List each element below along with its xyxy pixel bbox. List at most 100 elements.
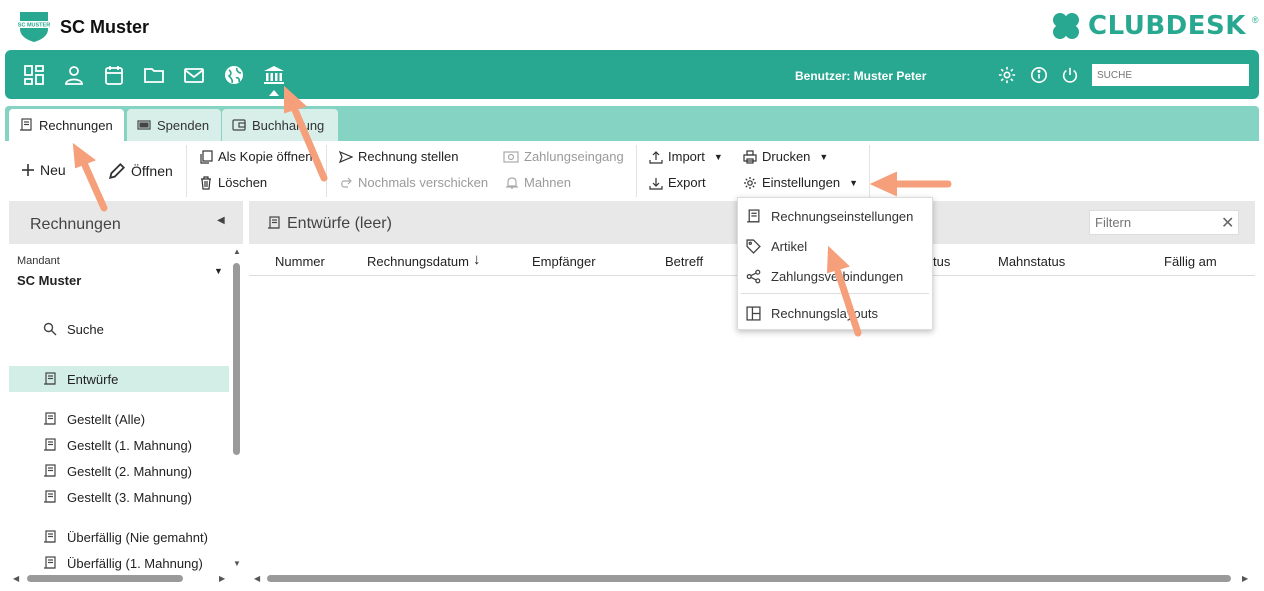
cash-icon — [503, 150, 519, 163]
clover-icon — [1053, 13, 1079, 39]
menu-item-artikel[interactable]: Artikel — [738, 232, 932, 260]
sidebar-item-suche[interactable]: Suche — [9, 316, 229, 342]
mail-icon[interactable] — [183, 64, 205, 86]
sidebar-header: Rechnungen ◀ — [9, 201, 243, 244]
chevron-down-icon: ▼ — [713, 151, 723, 162]
column-header[interactable]: Nummer — [275, 254, 325, 269]
tag-icon — [746, 238, 761, 254]
print-button[interactable]: Drucken ▼ — [743, 149, 828, 164]
power-icon[interactable] — [1060, 65, 1080, 85]
info-icon[interactable] — [1029, 65, 1049, 85]
tab-buchhaltung[interactable]: Buchhaltung — [222, 109, 338, 141]
sidebar-title: Rechnungen — [30, 216, 121, 233]
collapse-left-icon[interactable]: ◀ — [217, 215, 225, 226]
sidebar-item-ueberfaellig-nie[interactable]: Überfällig (Nie gemahnt) — [9, 524, 229, 550]
sidebar-item-label: Überfällig (1. Mahnung) — [67, 555, 203, 571]
sidebar-item-gestellt-alle[interactable]: Gestellt (Alle) — [9, 406, 229, 432]
sidebar-item-gestellt-2[interactable]: Gestellt (2. Mahnung) — [9, 458, 229, 484]
sidebar-item-label: Gestellt (Alle) — [67, 411, 146, 427]
annotation-arrowhead — [869, 171, 897, 197]
list-hscrollbar[interactable]: ◀ ▶ — [249, 573, 1255, 585]
upload-icon — [649, 150, 663, 164]
tab-rechnungen[interactable]: Rechnungen — [9, 109, 124, 141]
scrollbar-thumb[interactable] — [233, 263, 240, 455]
scrollbar-thumb[interactable] — [27, 575, 183, 582]
chevron-down-icon[interactable]: ▼ — [214, 266, 223, 276]
scrollbar-thumb[interactable] — [267, 575, 1231, 582]
tab-label: Buchhaltung — [252, 117, 325, 133]
scroll-left-icon[interactable]: ◀ — [254, 574, 260, 583]
dun-button[interactable]: Mahnen — [505, 175, 571, 190]
resend-label: Nochmals verschicken — [358, 175, 489, 190]
global-search-input[interactable] — [1092, 64, 1249, 86]
issue-invoice-button[interactable]: Rechnung stellen — [339, 149, 458, 164]
sidebar-item-gestellt-1[interactable]: Gestellt (1. Mahnung) — [9, 432, 229, 458]
scroll-up-icon[interactable]: ▲ — [233, 247, 241, 256]
person-icon[interactable] — [63, 64, 85, 86]
donation-icon — [137, 120, 151, 130]
payment-in-button[interactable]: Zahlungseingang — [503, 149, 624, 164]
sort-desc-icon[interactable]: ↓ — [473, 251, 481, 268]
dashboard-icon[interactable] — [23, 64, 45, 86]
menu-item-label: Zahlungsverbindungen — [771, 268, 904, 284]
invoice-icon — [44, 412, 56, 425]
tab-spenden[interactable]: Spenden — [127, 109, 221, 141]
scroll-left-icon[interactable]: ◀ — [13, 574, 19, 583]
menu-item-rechnungseinstellungen[interactable]: Rechnungseinstellungen — [738, 202, 932, 230]
sidebar-scrollbar[interactable]: ▲ ▼ — [231, 247, 242, 569]
invoice-icon — [44, 438, 56, 451]
import-button[interactable]: Import ▼ — [649, 149, 723, 164]
new-button[interactable]: Neu — [21, 162, 66, 178]
invoice-icon — [44, 372, 56, 385]
share-icon — [746, 269, 761, 283]
copy-open-button[interactable]: Als Kopie öffnen — [199, 149, 312, 164]
invoice-icon — [44, 464, 56, 477]
column-header[interactable]: Empfänger — [532, 254, 596, 269]
invoice-icon — [747, 208, 760, 222]
folder-icon[interactable] — [143, 64, 165, 86]
active-module-indicator — [269, 90, 279, 96]
sidebar-item-entwuerfe[interactable]: Entwürfe — [9, 366, 229, 392]
menu-item-zahlungsverbindungen[interactable]: Zahlungsverbindungen — [738, 262, 932, 290]
clubdesk-logo: CLUBDESK ® — [1050, 10, 1259, 42]
open-button[interactable]: Öffnen — [108, 162, 173, 180]
delete-label: Löschen — [218, 175, 268, 190]
chevron-down-icon: ▼ — [819, 151, 829, 162]
menu-item-label: Artikel — [771, 238, 808, 254]
sidebar-item-label: Gestellt (3. Mahnung) — [67, 489, 193, 505]
sidebar-item-label: Suche — [67, 321, 104, 337]
tab-label: Rechnungen — [39, 117, 113, 133]
printer-icon — [743, 149, 757, 164]
sidebar-hscrollbar[interactable]: ◀ ▶ — [9, 573, 243, 585]
sidebar-item-gestellt-3[interactable]: Gestellt (3. Mahnung) — [9, 484, 229, 510]
print-label: Drucken — [762, 149, 811, 164]
settings-button[interactable]: Einstellungen ▼ — [743, 175, 858, 190]
sidebar-item-label: Gestellt (1. Mahnung) — [67, 437, 193, 453]
filter-input[interactable] — [1089, 210, 1239, 235]
export-button[interactable]: Export — [649, 175, 706, 190]
column-header[interactable]: Betreff — [665, 254, 703, 269]
scroll-down-icon[interactable]: ▼ — [233, 559, 241, 568]
payment-in-label: Zahlungseingang — [524, 149, 624, 164]
column-header[interactable]: Mahnstatus — [998, 254, 1065, 269]
gear-icon[interactable] — [997, 65, 1017, 85]
column-header[interactable]: Rechnungsdatum — [367, 254, 469, 269]
current-user: Benutzer: Muster Peter — [795, 69, 927, 83]
invoice-icon — [44, 556, 56, 569]
calendar-icon[interactable] — [103, 64, 125, 86]
close-icon[interactable]: ✕ — [1221, 213, 1234, 233]
mandant-select[interactable]: SC Muster — [17, 273, 81, 288]
open-label: Öffnen — [131, 163, 173, 179]
column-header[interactable]: Fällig am — [1164, 254, 1217, 269]
menu-item-label: Rechnungseinstellungen — [771, 208, 914, 224]
delete-button[interactable]: Löschen — [199, 175, 267, 190]
scroll-right-icon[interactable]: ▶ — [1242, 574, 1248, 583]
bank-icon[interactable] — [263, 64, 285, 86]
scroll-right-icon[interactable]: ▶ — [219, 574, 225, 583]
resend-button[interactable]: Nochmals verschicken — [339, 175, 488, 190]
globe-icon[interactable] — [223, 64, 245, 86]
menu-item-rechnungslayouts[interactable]: Rechnungslayouts — [738, 299, 932, 327]
sidebar-item-label: Überfällig (Nie gemahnt) — [67, 529, 208, 545]
column-header[interactable]: tus — [933, 254, 950, 269]
search-icon — [43, 322, 57, 336]
